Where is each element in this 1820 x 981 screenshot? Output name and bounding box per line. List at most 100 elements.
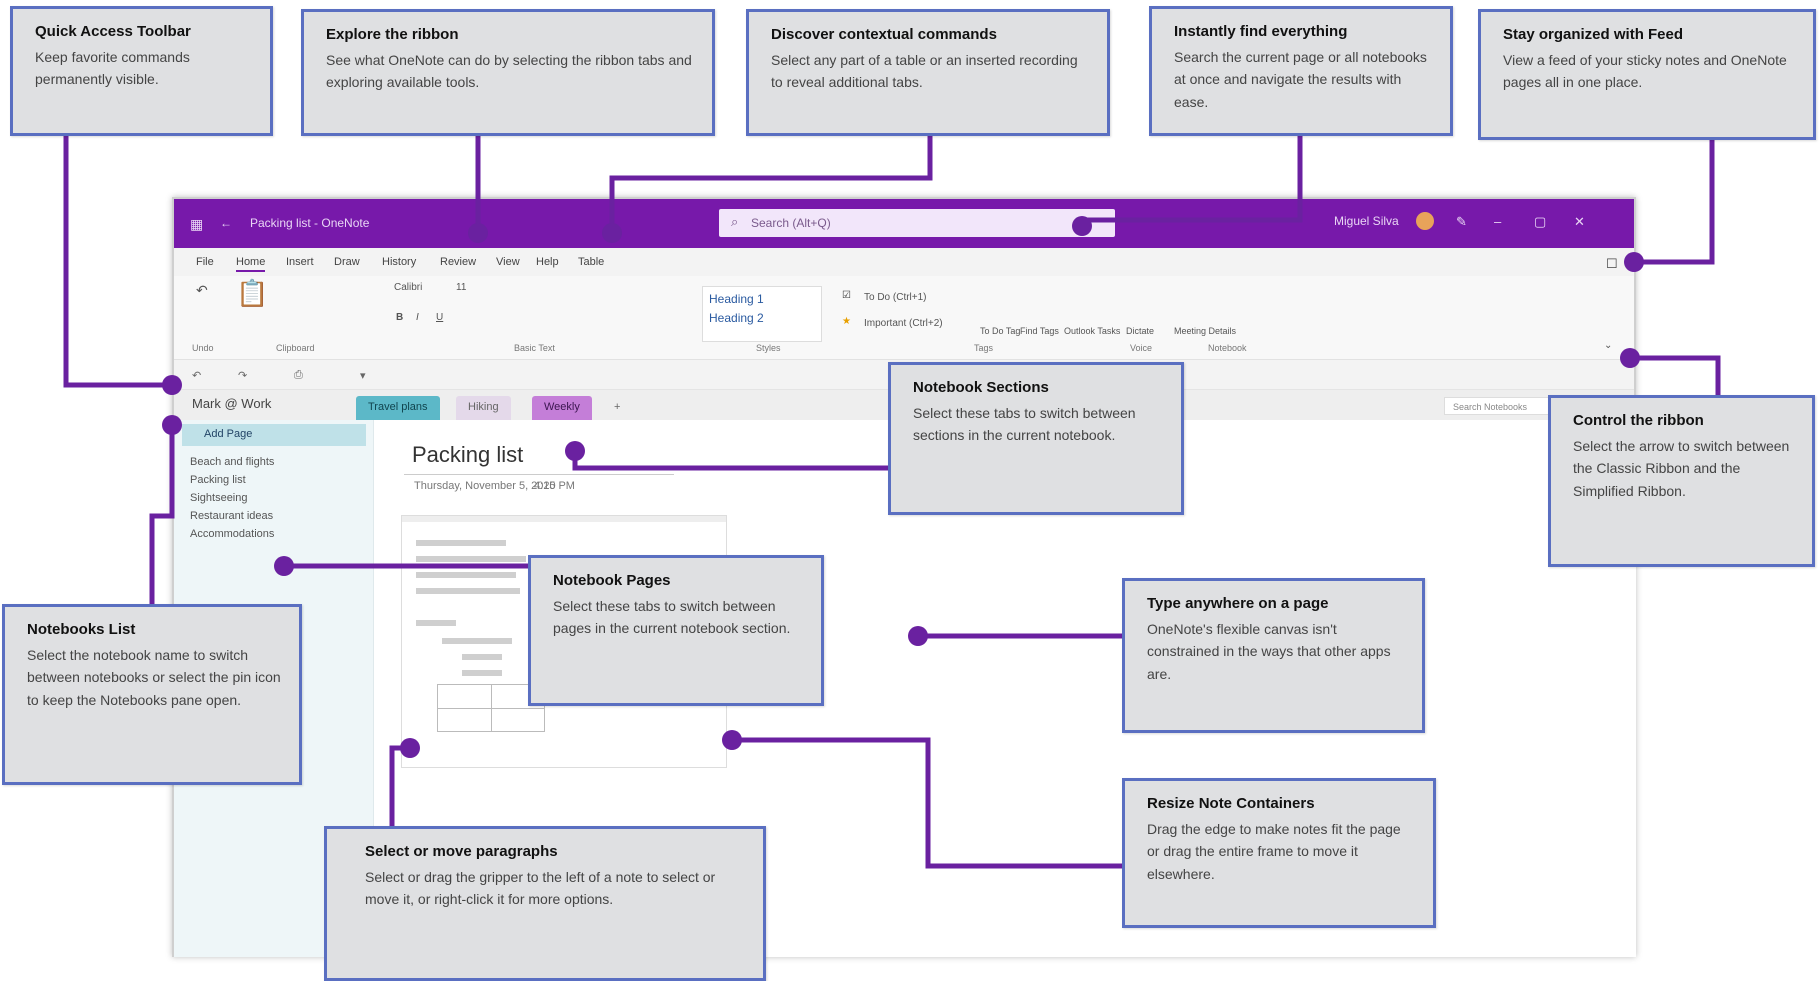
callout-text: Select any part of a table or an inserte… xyxy=(771,52,1078,91)
style-heading-2[interactable]: Heading 2 xyxy=(703,306,821,325)
note-line xyxy=(416,572,516,578)
callout-feed: Stay organized with Feed View a feed of … xyxy=(1478,9,1816,140)
marker-dot xyxy=(162,375,182,395)
connector-control xyxy=(1630,355,1721,395)
tab-table[interactable]: Table xyxy=(578,256,604,268)
user-name[interactable]: Miguel Silva xyxy=(1334,214,1399,228)
add-section-icon[interactable]: + xyxy=(602,396,632,420)
note-line xyxy=(462,654,502,660)
font-name[interactable]: Calibri xyxy=(394,282,422,293)
window-title: Packing list - OneNote xyxy=(250,216,370,230)
search-input[interactable]: ⌕ Search (Alt+Q) xyxy=(719,209,1115,237)
callout-type-anywhere: Type anywhere on a page OneNote's flexib… xyxy=(1122,578,1425,733)
ribbon-tabs: File Home Insert Draw History Review Vie… xyxy=(174,248,1634,276)
add-page-button[interactable]: Add Page xyxy=(182,424,366,446)
ribbon-toggle-icon[interactable]: ⌄ xyxy=(1604,340,1612,351)
font-size[interactable]: 11 xyxy=(456,282,466,293)
callout-control-ribbon: Control the ribbon Select the arrow to s… xyxy=(1548,395,1815,567)
tab-insert[interactable]: Insert xyxy=(286,256,314,268)
tab-draw[interactable]: Draw xyxy=(334,256,360,268)
paste-icon[interactable]: 📋 xyxy=(236,278,268,309)
callout-title: Stay organized with Feed xyxy=(1503,26,1684,43)
qat-undo-icon[interactable]: ↶ xyxy=(192,369,201,382)
meeting-details-button[interactable]: Meeting Details xyxy=(1174,326,1236,336)
bold-icon[interactable]: B xyxy=(396,312,403,323)
qat-redo-icon[interactable]: ↷ xyxy=(238,369,247,382)
title-underline xyxy=(404,474,674,475)
section-tab-hiking[interactable]: Hiking xyxy=(456,396,511,420)
notebook-search-placeholder: Search Notebooks xyxy=(1453,402,1528,412)
tab-history[interactable]: History xyxy=(382,256,416,268)
tag-important[interactable]: Important (Ctrl+2) xyxy=(864,318,943,329)
note-line xyxy=(416,620,456,626)
todo-tag-button[interactable]: To Do Tag xyxy=(980,326,1020,336)
star-icon: ★ xyxy=(842,316,851,327)
tab-view[interactable]: View xyxy=(496,256,520,268)
callout-title: Notebooks List xyxy=(27,621,136,638)
title-bar: ▦ ← Packing list - OneNote ⌕ Search (Alt… xyxy=(174,199,1634,248)
callout-quick-access-toolbar: Quick Access Toolbar Keep favorite comma… xyxy=(10,6,273,136)
section-tab-travel-plans[interactable]: Travel plans xyxy=(356,396,440,420)
pen-icon[interactable]: ✎ xyxy=(1456,214,1467,230)
callout-title: Discover contextual commands xyxy=(771,26,997,43)
marker-dot xyxy=(274,556,294,576)
tab-home[interactable]: Home xyxy=(236,256,266,272)
maximize-icon[interactable]: ▢ xyxy=(1534,214,1546,230)
callout-contextual-commands: Discover contextual commands Select any … xyxy=(746,9,1110,136)
marker-dot xyxy=(722,730,742,750)
tab-help[interactable]: Help xyxy=(536,256,559,268)
marker-dot xyxy=(565,441,585,461)
callout-notebook-sections: Notebook Sections Select these tabs to s… xyxy=(888,362,1184,515)
group-undo: Undo xyxy=(192,343,214,353)
callout-notebook-pages: Notebook Pages Select these tabs to swit… xyxy=(528,555,824,706)
notebook-picker[interactable]: Mark @ Work xyxy=(192,396,271,411)
note-container-handle[interactable] xyxy=(402,516,726,522)
notebook-search-input[interactable]: Search Notebooks xyxy=(1444,397,1554,415)
section-tab-weekly[interactable]: Weekly xyxy=(532,396,592,420)
callout-text: Select these tabs to switch between sect… xyxy=(913,405,1136,444)
table-divider xyxy=(438,708,544,709)
close-icon[interactable]: ✕ xyxy=(1574,214,1585,230)
find-tags-button[interactable]: Find Tags xyxy=(1020,326,1059,336)
tab-file[interactable]: File xyxy=(196,256,214,268)
dictate-button[interactable]: Dictate xyxy=(1126,326,1154,336)
marker-dot xyxy=(400,738,420,758)
marker-dot xyxy=(1624,252,1644,272)
checkbox-icon: ☑ xyxy=(842,290,851,301)
callout-title: Notebook Sections xyxy=(913,379,1049,396)
page-item[interactable]: Beach and flights xyxy=(190,456,274,468)
tag-todo[interactable]: To Do (Ctrl+1) xyxy=(864,292,927,303)
qat-more-icon[interactable]: ▾ xyxy=(360,369,366,382)
underline-icon[interactable]: U xyxy=(436,312,443,323)
page-item[interactable]: Accommodations xyxy=(190,528,274,540)
app-launcher-icon[interactable]: ▦ xyxy=(190,216,203,233)
callout-text: See what OneNote can do by selecting the… xyxy=(326,52,692,91)
back-icon[interactable]: ← xyxy=(220,216,232,230)
page-item[interactable]: Restaurant ideas xyxy=(190,510,273,522)
outlook-tasks-button[interactable]: Outlook Tasks xyxy=(1064,326,1120,336)
callout-title: Quick Access Toolbar xyxy=(35,23,191,40)
callout-move-paragraphs: Select or move paragraphs Select or drag… xyxy=(324,826,766,981)
italic-icon[interactable]: I xyxy=(416,312,419,323)
page-item[interactable]: Sightseeing xyxy=(190,492,248,504)
callout-title: Control the ribbon xyxy=(1573,412,1704,429)
styles-gallery[interactable]: Heading 1 Heading 2 xyxy=(702,286,822,342)
note-line xyxy=(442,638,512,644)
avatar[interactable] xyxy=(1416,212,1434,230)
marker-dot xyxy=(162,415,182,435)
marker-dot xyxy=(908,626,928,646)
connector-notebooks xyxy=(149,425,175,604)
page-item[interactable]: Packing list xyxy=(190,474,246,486)
style-heading-1[interactable]: Heading 1 xyxy=(703,287,821,306)
callout-text: Search the current page or all notebooks… xyxy=(1174,49,1427,110)
tab-review[interactable]: Review xyxy=(440,256,476,268)
qat-print-icon[interactable]: ⎙ xyxy=(294,369,303,382)
minimize-icon[interactable]: – xyxy=(1494,214,1501,229)
callout-title: Select or move paragraphs xyxy=(365,843,558,860)
feed-icon[interactable]: ☐ xyxy=(1606,256,1618,272)
undo-icon[interactable]: ↶ xyxy=(196,282,208,299)
page-title[interactable]: Packing list xyxy=(412,442,523,468)
callout-text: Keep favorite commands permanently visib… xyxy=(35,49,190,88)
callout-notebooks-list: Notebooks List Select the notebook name … xyxy=(2,604,302,785)
search-placeholder: Search (Alt+Q) xyxy=(751,216,831,230)
